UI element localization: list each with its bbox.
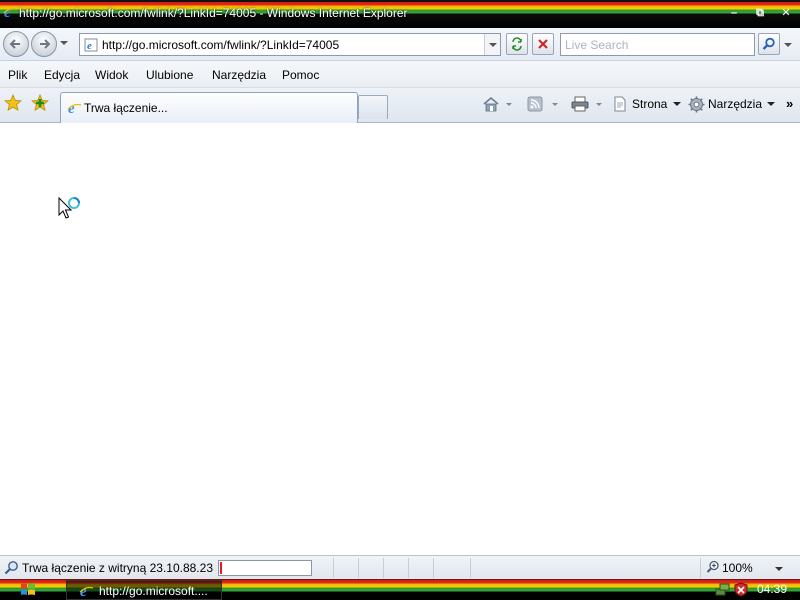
stop-icon [538,39,548,49]
home-dropdown-icon[interactable] [506,103,512,106]
tab-and-command-bar: e Trwa łączenie... Strona Narzędzia » [0,88,800,123]
search-button[interactable] [758,33,780,55]
svg-text:e: e [87,40,92,52]
page-content[interactable] [0,123,800,555]
taskbar-ie-icon: e [79,583,94,600]
tools-menu-dropdown-icon[interactable] [767,102,775,106]
tools-gear-icon[interactable] [688,96,705,116]
more-commands-chevron[interactable]: » [786,96,793,111]
security-shield-tray-icon[interactable] [734,582,748,600]
address-toolbar: e [0,28,800,61]
status-text: Trwa łączenie z witryną 23.10.88.23 [22,561,213,575]
status-divider [383,558,384,578]
progress-fill [220,562,222,574]
zoom-icon[interactable] [706,560,720,577]
page-menu-label[interactable]: Strona [632,97,667,111]
menu-file[interactable]: Plik [8,68,27,82]
menu-tools[interactable]: Narzędzia [212,68,266,82]
menu-bar: Plik Edycja Widok Ulubione Narzędzia Pom… [0,61,800,88]
start-button-windows-icon[interactable] [20,582,36,600]
minimize-icon[interactable]: – [726,6,742,20]
tab-current[interactable]: e Trwa łączenie... [60,92,358,123]
status-divider [470,558,471,578]
page-ie-icon: e [84,38,98,55]
history-dropdown-icon[interactable] [60,41,68,45]
back-arrow-icon [9,39,20,49]
stop-button[interactable] [532,33,554,55]
feeds-dropdown-icon[interactable] [552,103,558,106]
refresh-icon [512,37,522,51]
back-button[interactable] [3,31,29,57]
window-title: http://go.microsoft.com/fwlink/?LinkId=7… [19,6,408,20]
magnifier-icon [762,37,775,50]
status-divider [700,558,701,578]
menu-view[interactable]: Widok [95,68,128,82]
page-menu-dropdown-icon[interactable] [673,102,681,106]
loading-progress-bar [218,560,312,576]
address-bar[interactable]: e [79,33,501,56]
print-dropdown-icon[interactable] [596,103,602,106]
status-divider [408,558,409,578]
busy-cursor-icon [58,196,84,226]
status-divider [333,558,334,578]
taskbar-item-label: http://go.microsoft.... [99,584,208,598]
forward-arrow-icon [40,39,51,49]
menu-help[interactable]: Pomoc [282,68,319,82]
search-box[interactable] [560,33,755,56]
print-icon[interactable] [571,96,589,115]
status-divider [358,558,359,578]
menu-favorites[interactable]: Ulubione [146,68,193,82]
search-input[interactable] [565,37,750,53]
home-icon[interactable] [482,96,500,115]
add-to-favorites-icon[interactable] [30,93,50,115]
tab-ie-icon: e [67,100,82,118]
taskbar-item-ie[interactable]: e http://go.microsoft.... [66,580,222,600]
taskbar: e http://go.microsoft.... 04:39 [0,579,800,600]
network-tray-icon[interactable] [715,582,730,600]
status-search-icon [4,560,19,578]
search-options-dropdown-icon[interactable] [784,43,792,47]
title-bar[interactable]: e http://go.microsoft.com/fwlink/?LinkId… [0,0,800,28]
feeds-icon[interactable] [527,96,543,115]
zoom-level[interactable]: 100% [722,561,753,575]
menu-edit[interactable]: Edycja [44,68,80,82]
tools-menu-label[interactable]: Narzędzia [708,97,762,111]
status-divider [433,558,434,578]
page-icon[interactable] [612,96,628,115]
tab-title: Trwa łączenie... [84,101,168,115]
system-clock: 04:39 [757,582,788,596]
forward-button[interactable] [31,31,57,57]
refresh-button[interactable] [506,33,528,55]
close-icon[interactable]: ✕ [778,6,794,20]
ie-logo-icon: e [3,5,17,22]
zoom-dropdown-icon[interactable] [775,567,783,571]
address-dropdown-icon[interactable] [484,34,500,55]
favorites-star-icon[interactable] [3,93,23,115]
restore-icon[interactable]: ⧉ [752,6,768,20]
new-tab-button[interactable] [358,95,388,119]
address-input[interactable] [102,37,482,53]
status-bar: Trwa łączenie z witryną 23.10.88.23 100% [0,555,800,579]
